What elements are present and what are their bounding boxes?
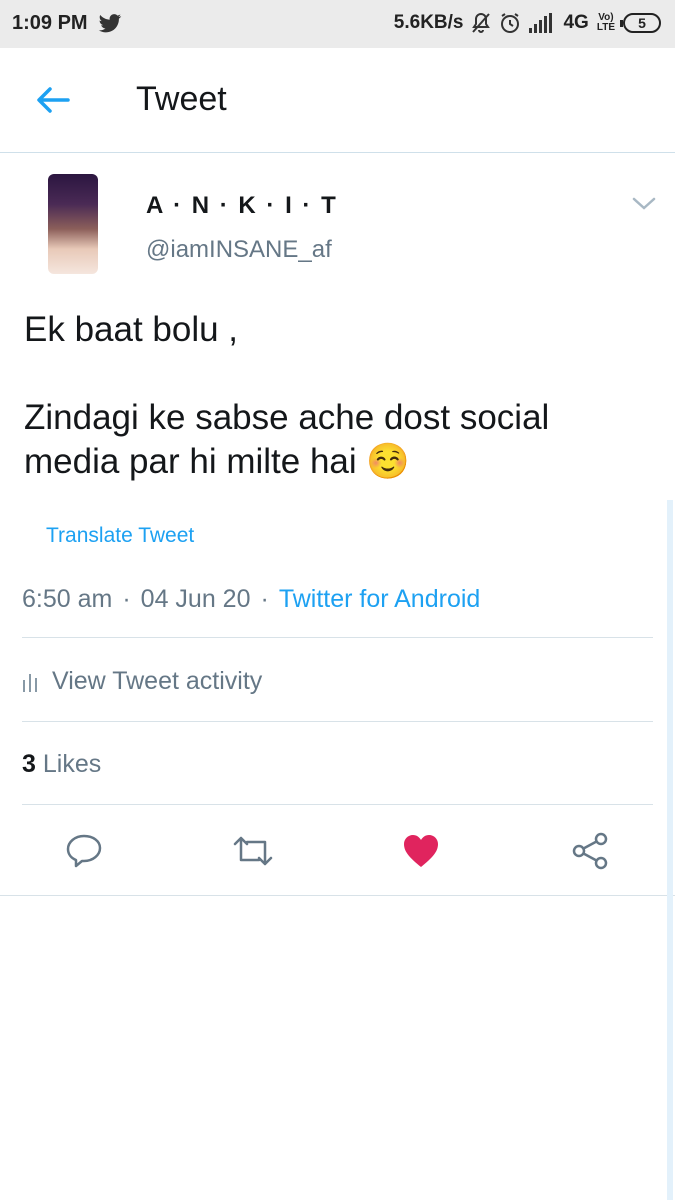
reply-button[interactable] <box>60 828 108 874</box>
tweet-source-link[interactable]: Twitter for Android <box>279 585 480 614</box>
back-button[interactable] <box>26 78 80 122</box>
network-speed: 5.6KB/s <box>393 12 464 33</box>
likes-count-link[interactable]: 3 Likes <box>22 750 101 779</box>
tweet-meta: 6:50 am · 04 Jun 20 · Twitter for Androi… <box>22 585 480 614</box>
meta-separator: · <box>122 585 131 613</box>
retweet-button[interactable] <box>229 828 277 874</box>
divider <box>22 804 653 805</box>
author-handle[interactable]: @iamINSANE_af <box>146 236 332 264</box>
page-title: Tweet <box>136 80 227 118</box>
retweet-icon <box>233 836 273 866</box>
like-button[interactable] <box>397 828 445 874</box>
divider <box>22 721 653 722</box>
chevron-down-icon <box>632 197 656 210</box>
app-header: Tweet <box>0 48 675 153</box>
view-tweet-activity-button[interactable]: View Tweet activity <box>22 667 262 696</box>
battery-level: 5 <box>638 15 646 31</box>
status-right: 5.6KB/s 4G Vo) LTE 5 <box>394 12 661 34</box>
meta-separator: · <box>260 585 269 613</box>
reply-icon <box>66 834 102 868</box>
avatar[interactable] <box>48 174 98 274</box>
activity-label: View Tweet activity <box>52 667 263 695</box>
back-arrow-icon <box>37 87 70 113</box>
scrollbar[interactable] <box>667 500 673 1200</box>
heart-filled-icon <box>404 835 438 867</box>
bell-off-icon <box>472 12 491 33</box>
share-icon <box>572 832 608 870</box>
volte-indicator: Vo) LTE <box>596 12 615 33</box>
share-button[interactable] <box>566 828 614 874</box>
tweet-options-button[interactable] <box>630 192 658 214</box>
divider <box>0 895 675 896</box>
twitter-bird-icon <box>98 13 121 32</box>
author-display-name[interactable]: A · N · K · I · T <box>146 192 338 220</box>
signal-icon <box>529 13 553 33</box>
status-left: 1:09 PM <box>12 12 122 35</box>
likes-label: Likes <box>42 750 102 778</box>
battery-icon: 5 <box>620 13 661 33</box>
status-bar: 1:09 PM 5.6KB/s 4G Vo) LTE 5 <box>0 0 675 48</box>
tweet-text: Ek baat bolu , Zindagi ke sabse ache dos… <box>24 310 550 481</box>
translate-tweet-link[interactable]: Translate Tweet <box>46 524 194 548</box>
tweet-date: 04 Jun 20 <box>140 585 251 613</box>
alarm-icon <box>501 13 520 33</box>
divider <box>22 637 653 638</box>
status-time: 1:09 PM <box>12 12 88 34</box>
likes-count: 3 <box>22 750 36 778</box>
analytics-icon <box>23 673 37 692</box>
network-type: 4G <box>563 12 589 33</box>
tweet-time: 6:50 am <box>22 585 113 613</box>
